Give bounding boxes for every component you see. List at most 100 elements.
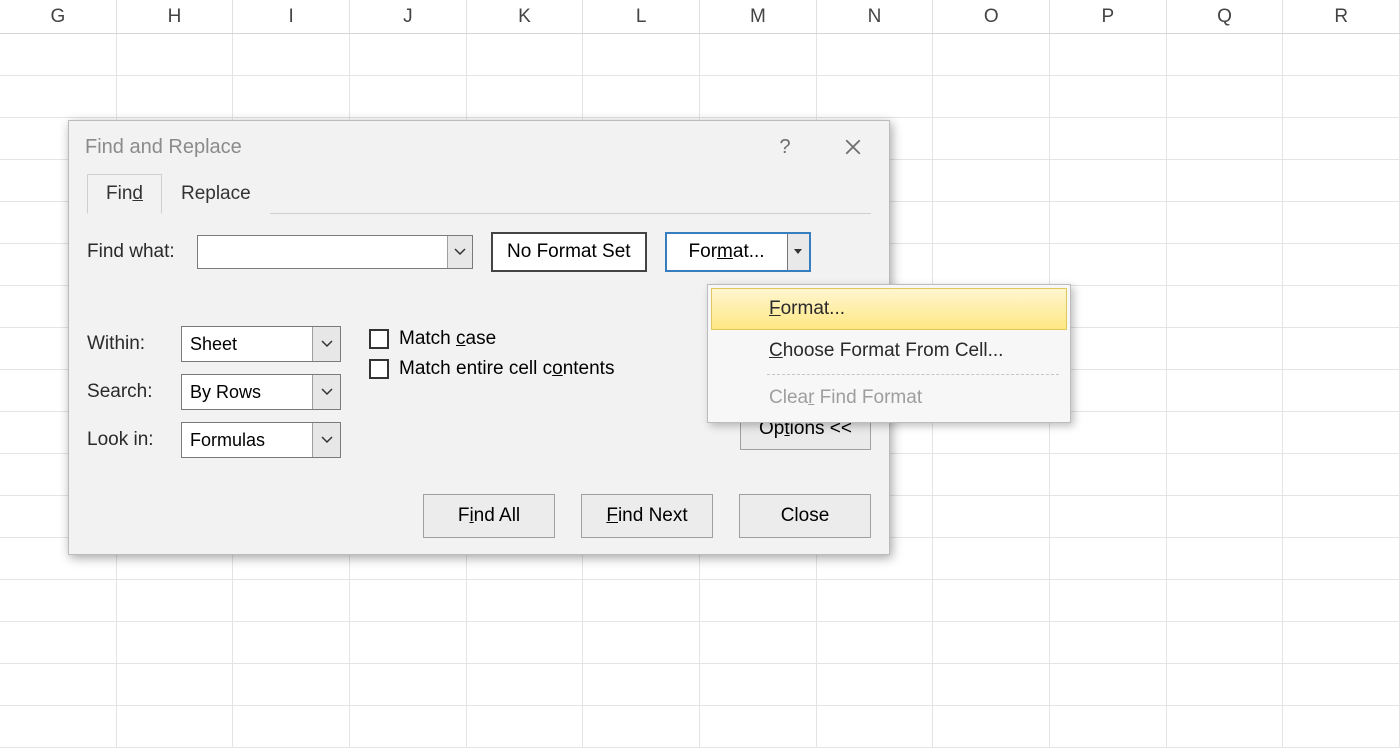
grid-cell[interactable]	[1283, 76, 1400, 117]
close-button[interactable]: Close	[739, 494, 871, 538]
grid-cell[interactable]	[0, 76, 117, 117]
column-header[interactable]: L	[583, 0, 700, 33]
column-header[interactable]: G	[0, 0, 117, 33]
tab-replace[interactable]: Replace	[162, 174, 270, 214]
grid-cell[interactable]	[583, 34, 700, 75]
grid-cell[interactable]	[1283, 622, 1400, 663]
help-button[interactable]: ?	[761, 127, 809, 167]
grid-cell[interactable]	[933, 34, 1050, 75]
grid-cell[interactable]	[467, 664, 584, 705]
grid-cell[interactable]	[1283, 328, 1400, 369]
grid-cell[interactable]	[1283, 160, 1400, 201]
grid-cell[interactable]	[583, 76, 700, 117]
grid-cell[interactable]	[933, 496, 1050, 537]
grid-cell[interactable]	[1050, 664, 1167, 705]
grid-cell[interactable]	[350, 580, 467, 621]
grid-cell[interactable]	[117, 34, 234, 75]
find-all-button[interactable]: Find All	[423, 494, 555, 538]
grid-cell[interactable]	[0, 580, 117, 621]
column-header[interactable]: N	[817, 0, 934, 33]
column-header[interactable]: Q	[1167, 0, 1284, 33]
grid-cell[interactable]	[817, 76, 934, 117]
grid-cell[interactable]	[933, 664, 1050, 705]
grid-cell[interactable]	[700, 706, 817, 747]
grid-cell[interactable]	[700, 664, 817, 705]
grid-cell[interactable]	[583, 622, 700, 663]
grid-cell[interactable]	[700, 622, 817, 663]
grid-cell[interactable]	[1167, 538, 1284, 579]
grid-cell[interactable]	[933, 76, 1050, 117]
grid-cell[interactable]	[933, 706, 1050, 747]
grid-cell[interactable]	[933, 244, 1050, 285]
grid-cell[interactable]	[1050, 202, 1167, 243]
grid-cell[interactable]	[1050, 118, 1167, 159]
grid-cell[interactable]	[1167, 706, 1284, 747]
grid-cell[interactable]	[1283, 454, 1400, 495]
grid-cell[interactable]	[933, 538, 1050, 579]
grid-cell[interactable]	[1050, 160, 1167, 201]
grid-cell[interactable]	[1050, 580, 1167, 621]
grid-cell[interactable]	[1283, 580, 1400, 621]
grid-cell[interactable]	[583, 664, 700, 705]
grid-cell[interactable]	[583, 580, 700, 621]
grid-cell[interactable]	[933, 118, 1050, 159]
grid-cell[interactable]	[467, 706, 584, 747]
grid-cell[interactable]	[1167, 76, 1284, 117]
chevron-down-icon[interactable]	[447, 236, 472, 268]
grid-cell[interactable]	[1283, 664, 1400, 705]
grid-cell[interactable]	[817, 580, 934, 621]
grid-cell[interactable]	[467, 76, 584, 117]
grid-cell[interactable]	[1283, 286, 1400, 327]
find-what-input[interactable]	[197, 235, 473, 269]
grid-cell[interactable]	[817, 664, 934, 705]
grid-cell[interactable]	[1283, 118, 1400, 159]
grid-cell[interactable]	[700, 76, 817, 117]
grid-cell[interactable]	[233, 622, 350, 663]
grid-cell[interactable]	[1283, 538, 1400, 579]
column-header[interactable]: J	[350, 0, 467, 33]
grid-cell[interactable]	[233, 76, 350, 117]
grid-cell[interactable]	[1167, 664, 1284, 705]
match-entire-checkbox[interactable]: Match entire cell contents	[369, 358, 614, 380]
menu-item-choose-format[interactable]: Choose Format From Cell...	[711, 330, 1067, 372]
chevron-down-icon[interactable]	[312, 327, 340, 361]
format-split-button[interactable]: Format...	[665, 232, 811, 272]
grid-cell[interactable]	[1283, 496, 1400, 537]
grid-cell[interactable]	[350, 664, 467, 705]
grid-cell[interactable]	[0, 664, 117, 705]
search-select[interactable]: By Rows	[181, 374, 341, 410]
grid-cell[interactable]	[117, 706, 234, 747]
column-header[interactable]: H	[117, 0, 234, 33]
grid-cell[interactable]	[1050, 244, 1167, 285]
grid-cell[interactable]	[1050, 454, 1167, 495]
grid-cell[interactable]	[233, 34, 350, 75]
grid-cell[interactable]	[467, 580, 584, 621]
grid-cell[interactable]	[117, 580, 234, 621]
chevron-down-icon[interactable]	[312, 375, 340, 409]
column-header[interactable]: R	[1283, 0, 1400, 33]
format-button-main[interactable]: Format...	[667, 234, 787, 270]
grid-cell[interactable]	[467, 622, 584, 663]
grid-cell[interactable]	[1050, 538, 1167, 579]
menu-item-format[interactable]: Format...	[711, 288, 1067, 330]
grid-cell[interactable]	[700, 34, 817, 75]
grid-cell[interactable]	[933, 160, 1050, 201]
close-icon[interactable]	[829, 127, 877, 167]
chevron-down-icon[interactable]	[312, 423, 340, 457]
grid-cell[interactable]	[933, 622, 1050, 663]
grid-cell[interactable]	[1167, 34, 1284, 75]
grid-cell[interactable]	[1283, 202, 1400, 243]
grid-cell[interactable]	[0, 706, 117, 747]
grid-cell[interactable]	[1050, 76, 1167, 117]
grid-cell[interactable]	[1050, 34, 1167, 75]
grid-cell[interactable]	[233, 664, 350, 705]
grid-cell[interactable]	[350, 622, 467, 663]
grid-cell[interactable]	[1167, 454, 1284, 495]
grid-cell[interactable]	[1050, 622, 1167, 663]
grid-cell[interactable]	[1167, 244, 1284, 285]
grid-cell[interactable]	[1167, 328, 1284, 369]
tab-find[interactable]: Find	[87, 174, 162, 214]
grid-cell[interactable]	[933, 202, 1050, 243]
grid-cell[interactable]	[0, 34, 117, 75]
grid-cell[interactable]	[1167, 370, 1284, 411]
